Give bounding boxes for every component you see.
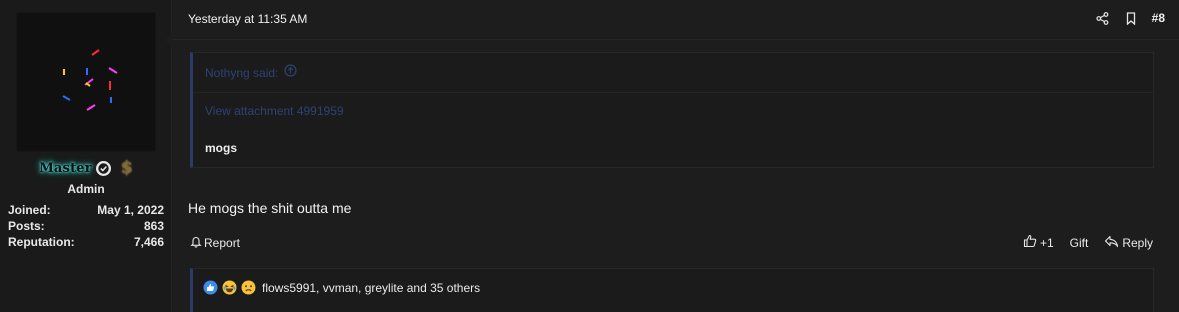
quote-header: Nothyng said: [193,53,1153,93]
share-icon[interactable] [1096,11,1110,25]
laugh-icon [222,280,237,295]
reply-label: Reply [1122,235,1153,250]
stat-value: May 1, 2022 [97,203,164,217]
post-header-actions: #8 [1096,11,1165,25]
dollar-icon: $ [120,158,133,178]
post-main: Yesterday at 11:35 AM #8 Nothyng said: V… [172,0,1179,312]
bell-icon [190,235,202,251]
username-row: Master $ [0,158,172,178]
stat-joined: Joined: May 1, 2022 [8,202,164,218]
stat-label: Posts: [8,219,45,233]
stat-reputation: Reputation: 7,466 [8,234,164,250]
like-count: +1 [1039,235,1054,250]
quote-author-link[interactable]: Nothyng said: [205,66,278,80]
like-button[interactable]: +1 [1023,234,1054,251]
attachment-link[interactable]: View attachment 4991959 [205,104,344,118]
post-timestamp[interactable]: Yesterday at 11:35 AM [188,12,307,26]
username[interactable]: Master [39,161,91,176]
reactions-bar: flows5991, vvman, greylite and 35 others [190,268,1154,312]
like-icon [203,280,218,295]
verified-badge-icon [95,160,111,176]
thumbs-up-icon [1023,234,1037,251]
gift-button[interactable]: Gift [1070,236,1089,250]
user-role: Admin [67,182,105,196]
quote-text: mogs [205,141,238,155]
reply-button[interactable]: Reply [1104,235,1153,251]
post-number-link[interactable]: #8 [1152,11,1165,25]
gift-label: Gift [1069,235,1089,250]
post-header: Yesterday at 11:35 AM #8 [172,0,1179,40]
sad-icon [241,280,256,295]
arrow-up-circle-icon[interactable] [284,63,297,82]
reply-icon [1104,235,1119,251]
post-actions: +1 Gift Reply [1023,234,1153,251]
report-button[interactable]: Report [190,235,240,251]
stat-posts: Posts: 863 [8,218,164,234]
user-info-panel: Master $ Admin Joined: May 1, 2022 Posts… [0,0,173,312]
user-stats: Joined: May 1, 2022 Posts: 863 Reputatio… [8,202,164,250]
avatar[interactable] [16,12,156,152]
forum-post: Master $ Admin Joined: May 1, 2022 Posts… [0,0,1179,312]
stat-label: Reputation: [8,235,75,249]
stat-label: Joined: [8,203,51,217]
report-label: Report [204,236,241,250]
quoted-post: Nothyng said: View attachment 4991959 mo… [190,52,1154,168]
avatar-image [62,49,118,111]
stat-value: 7,466 [133,235,164,249]
bookmark-icon[interactable] [1124,11,1138,25]
stat-value: 863 [143,219,164,233]
post-message: He mogs the shit outta me [188,200,352,216]
reaction-users-link[interactable]: flows5991, vvman, greylite and 35 others [262,281,480,295]
